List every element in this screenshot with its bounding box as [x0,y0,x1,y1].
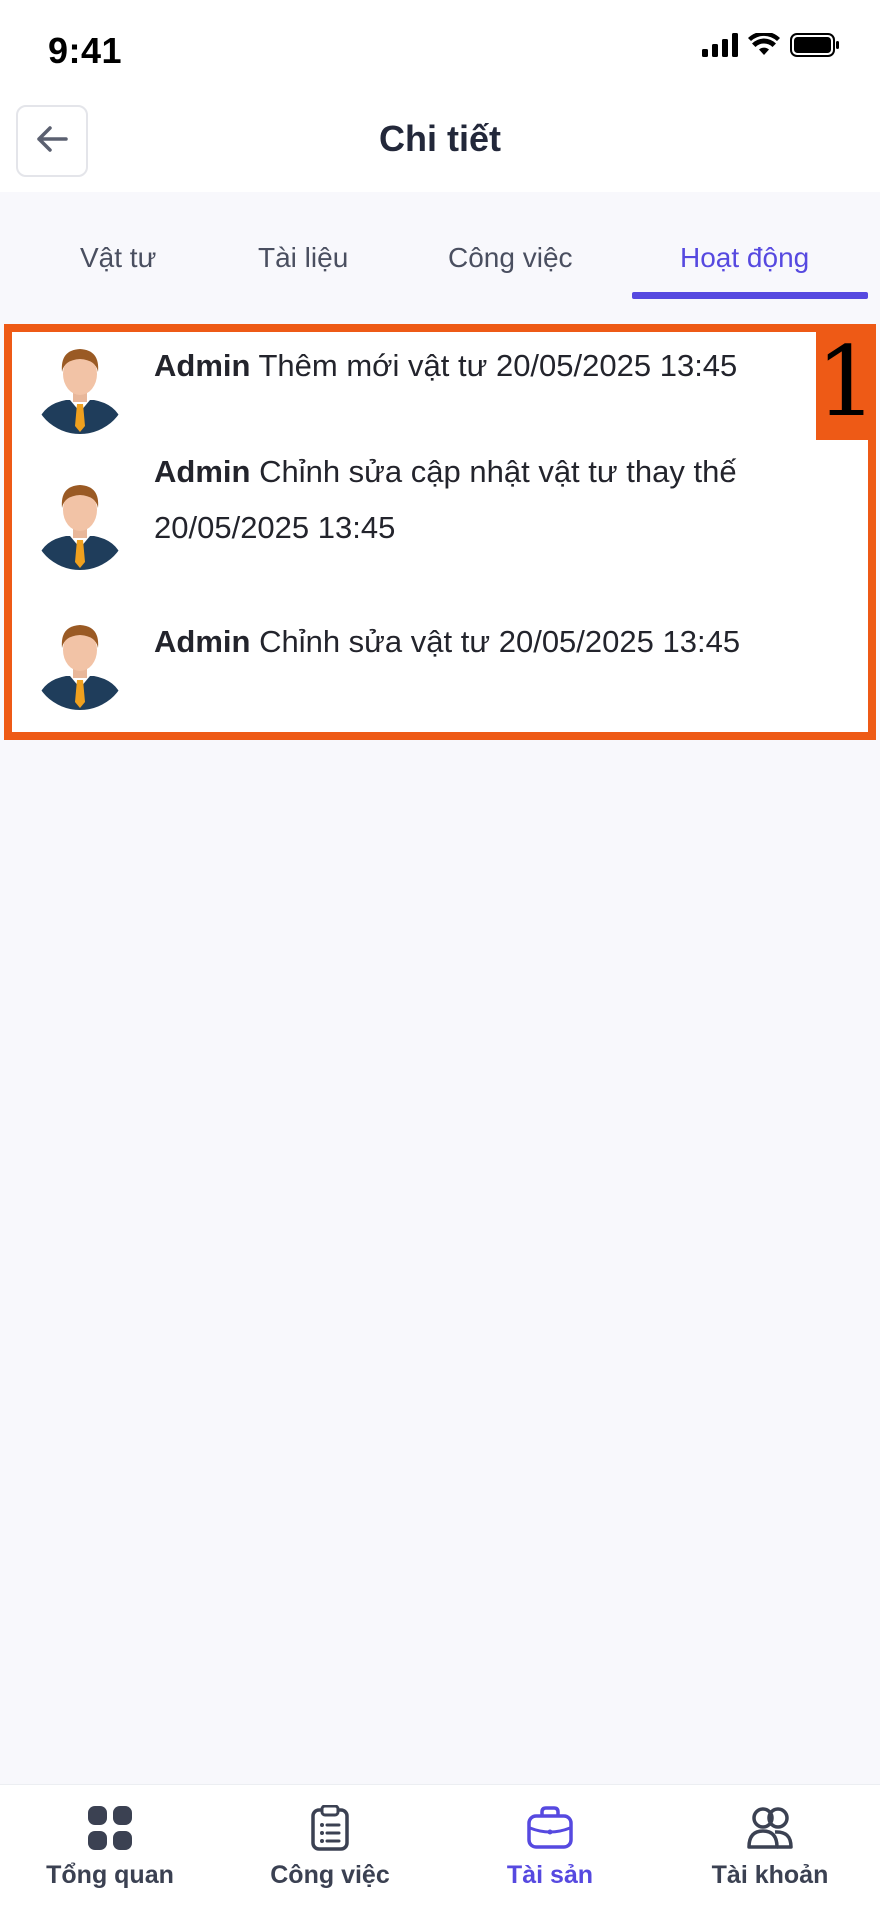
status-time: 9:41 [48,30,123,71]
nav-label: Tổng quan [46,1861,174,1889]
bottom-nav: Tổng quan Công việc Tài sản Tài khoản [0,1784,880,1912]
activity-list: Admin Thêm mới vật tư 20/05/2025 13:45 A… [4,324,878,740]
active-tab-indicator [632,292,868,299]
header: Chi tiết [0,88,880,192]
activity-text: Admin Chỉnh sửa vật tư 20/05/2025 13:45 [154,614,834,670]
tab-hoat-dong[interactable]: Hoạt động [680,242,809,274]
avatar [32,338,128,434]
activity-description: Chỉnh sửa vật tư 20/05/2025 13:45 [259,624,741,659]
avatar [32,474,128,570]
activity-user: Admin [154,624,251,659]
page-title: Chi tiết [379,118,501,159]
status-bar: 9:41 [0,0,880,88]
nav-label: Tài sản [506,1861,594,1889]
avatar [32,614,128,710]
activity-item: Admin Chỉnh sửa vật tư 20/05/2025 13:45 [32,614,834,710]
tab-tai-lieu[interactable]: Tài liệu [258,242,348,274]
nav-tai-san[interactable]: Tài sản [440,1785,660,1912]
activity-user: Admin [154,454,251,489]
nav-label: Công việc [270,1861,390,1889]
clipboard-list-icon [310,1803,350,1853]
annotation-badge: 1 [816,324,878,440]
nav-label: Tài khoản [711,1861,829,1889]
grid-icon [87,1803,133,1853]
tab-cong-viec[interactable]: Công việc [448,242,573,274]
users-icon [747,1803,793,1853]
nav-cong-viec[interactable]: Công việc [220,1785,440,1912]
activity-text: Admin Chỉnh sửa cập nhật vật tư thay thế… [154,444,834,556]
briefcase-icon [527,1803,573,1853]
tab-bar: Vật tư Tài liệu Công việc Hoạt động [0,192,880,300]
signal-icon [702,32,738,62]
nav-tong-quan[interactable]: Tổng quan [0,1785,220,1912]
activity-text: Admin Thêm mới vật tư 20/05/2025 13:45 [154,338,834,394]
activity-description: Thêm mới vật tư 20/05/2025 13:45 [258,348,738,383]
activity-user: Admin [154,348,251,383]
status-icons [702,30,840,64]
nav-tai-khoan[interactable]: Tài khoản [660,1785,880,1912]
wifi-icon [748,31,780,62]
activity-item: Admin Chỉnh sửa cập nhật vật tư thay thế… [32,444,834,570]
activity-item: Admin Thêm mới vật tư 20/05/2025 13:45 [32,338,834,434]
tab-vat-tu[interactable]: Vật tư [80,242,156,274]
battery-icon [790,32,840,62]
